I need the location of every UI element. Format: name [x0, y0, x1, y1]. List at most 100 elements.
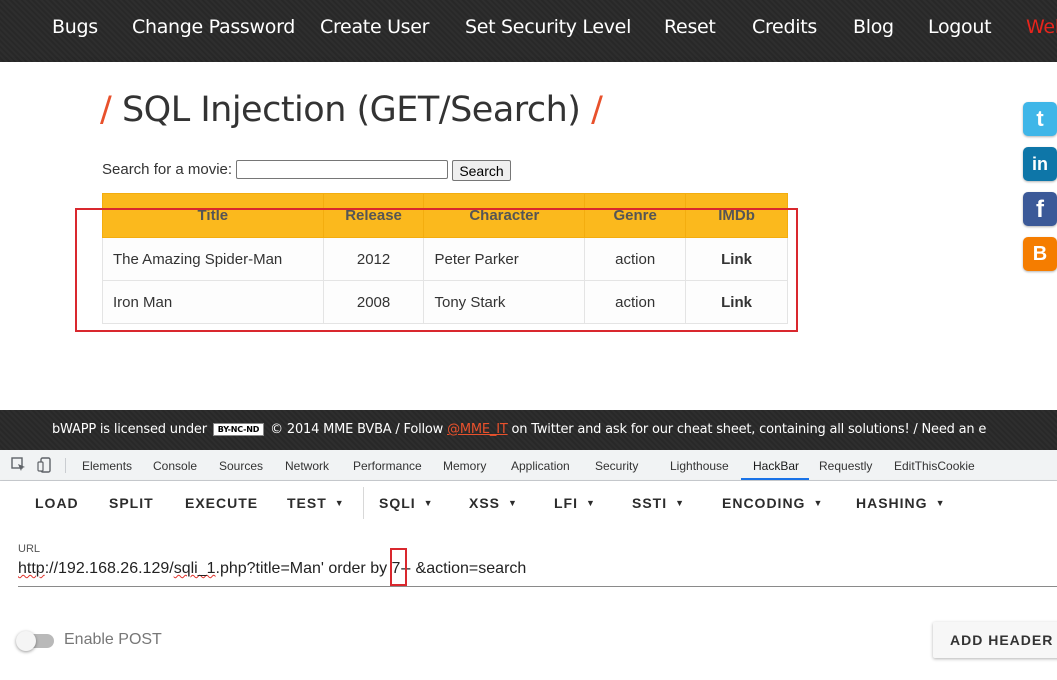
page-title-text: SQL Injection (GET/Search) [121, 90, 581, 130]
sqli-label: SQLI [379, 495, 416, 511]
tab-editthiscookie[interactable]: EditThisCookie [894, 459, 975, 473]
nav-create-user[interactable]: Create User [320, 16, 429, 38]
caret-down-icon: ▼ [334, 498, 345, 508]
caret-down-icon: ▼ [508, 498, 518, 508]
nav-credits[interactable]: Credits [752, 16, 817, 38]
url-query-b: -- &action=search [400, 560, 527, 577]
ssti-dropdown[interactable]: SSTI ▼ [632, 495, 685, 511]
search-button[interactable]: Search [452, 160, 511, 181]
imdb-link[interactable]: Link [685, 280, 788, 324]
tab-elements[interactable]: Elements [82, 459, 132, 473]
cell-character: Tony Stark [423, 280, 586, 324]
search-label: Search for a movie: [102, 161, 233, 178]
cell-title: Iron Man [102, 280, 324, 324]
url-scheme: http [18, 560, 45, 577]
url-file: sqli_1 [173, 560, 216, 577]
sqli-dropdown[interactable]: SQLI ▼ [379, 495, 434, 511]
twitter-icon[interactable]: t [1023, 102, 1057, 136]
page-title: / SQL Injection (GET/Search) / [100, 90, 603, 130]
column-header-title: Title [102, 193, 324, 238]
url-input[interactable]: http://192.168.26.129/sqli_1.php?title=M… [18, 560, 526, 578]
add-header-button[interactable]: ADD HEADER [933, 622, 1057, 658]
load-button[interactable]: LOAD [35, 495, 79, 511]
url-input-underline [18, 586, 1057, 587]
blogger-icon[interactable]: B [1023, 237, 1057, 271]
nav-blog[interactable]: Blog [853, 16, 894, 38]
tab-memory[interactable]: Memory [443, 459, 486, 473]
hackbar-toolbar: LOAD SPLIT EXECUTE TEST ▼ SQLI ▼ XSS ▼ LFI ▼… [0, 481, 1057, 527]
nav-bugs[interactable]: Bugs [52, 16, 98, 38]
url-label: URL [18, 543, 41, 555]
tab-lighthouse[interactable]: Lighthouse [670, 459, 729, 473]
top-navigation: Bugs Change Password Create User Set Sec… [0, 0, 1057, 62]
tab-performance[interactable]: Performance [353, 459, 422, 473]
footer-cheatsheet-text: on Twitter and ask for our cheat sheet, … [511, 422, 987, 437]
cell-genre: action [584, 280, 687, 324]
title-slash-right: / [591, 90, 603, 130]
column-header-character: Character [423, 193, 586, 238]
footer-license-text: bWAPP is licensed under [52, 422, 207, 437]
column-header-imdb: IMDb [685, 193, 788, 238]
nav-reset[interactable]: Reset [664, 16, 716, 38]
ssti-label: SSTI [632, 495, 668, 511]
enable-post-label: Enable POST [64, 631, 162, 648]
active-tab-indicator [741, 478, 809, 480]
device-toolbar-icon[interactable] [37, 457, 53, 476]
tab-security[interactable]: Security [595, 459, 638, 473]
column-header-genre: Genre [584, 193, 687, 238]
execute-button[interactable]: EXECUTE [185, 495, 258, 511]
column-header-release: Release [322, 193, 425, 238]
twitter-handle-link[interactable]: @MME_IT [447, 422, 508, 437]
toggle-knob[interactable] [16, 631, 36, 651]
table-row: The Amazing Spider-Man 2012 Peter Parker… [102, 237, 788, 281]
caret-down-icon: ▼ [423, 498, 434, 508]
nav-welcome: Wel [1026, 16, 1057, 38]
cell-release: 2008 [322, 280, 425, 324]
cell-genre: action [584, 237, 687, 281]
hackbar-panel [0, 527, 1057, 680]
devtools-separator [65, 458, 66, 473]
hashing-dropdown[interactable]: HASHING ▼ [856, 495, 945, 511]
xss-label: XSS [469, 495, 501, 511]
tab-application[interactable]: Application [511, 459, 570, 473]
tab-network[interactable]: Network [285, 459, 329, 473]
test-label: TEST [287, 495, 327, 511]
lfi-label: LFI [554, 495, 578, 511]
test-dropdown[interactable]: TEST ▼ [287, 495, 345, 511]
results-table: Title Release Character Genre IMDb The A… [102, 193, 788, 324]
cc-license-badge[interactable]: BY-NC-ND [212, 423, 265, 436]
url-host-path: ://192.168.26.129/ [44, 560, 174, 577]
table-header-row: Title Release Character Genre IMDb [102, 193, 788, 238]
tab-sources[interactable]: Sources [219, 459, 263, 473]
facebook-icon[interactable]: f [1023, 192, 1057, 226]
footer-text: bWAPP is licensed under BY-NC-ND © 2014 … [52, 422, 986, 437]
encoding-dropdown[interactable]: ENCODING ▼ [722, 495, 823, 511]
title-slash-left: / [100, 90, 112, 130]
url-query-a: .php?title=Man' order by [215, 560, 392, 577]
footer-bar: bWAPP is licensed under BY-NC-ND © 2014 … [0, 410, 1057, 450]
split-button[interactable]: SPLIT [109, 495, 154, 511]
hashing-label: HASHING [856, 495, 928, 511]
caret-down-icon: ▼ [935, 498, 946, 508]
linkedin-icon[interactable]: in [1023, 147, 1057, 181]
imdb-link[interactable]: Link [685, 237, 788, 281]
tab-hackbar[interactable]: HackBar [753, 459, 799, 473]
caret-down-icon: ▼ [586, 498, 596, 508]
tab-console[interactable]: Console [153, 459, 197, 473]
encoding-label: ENCODING [722, 495, 806, 511]
search-input[interactable] [236, 160, 448, 179]
nav-logout[interactable]: Logout [928, 16, 992, 38]
table-row: Iron Man 2008 Tony Stark action Link [102, 280, 788, 324]
devtools-tab-bar: Elements Console Sources Network Perform… [0, 450, 1057, 481]
caret-down-icon: ▼ [675, 498, 686, 508]
lfi-dropdown[interactable]: LFI ▼ [554, 495, 596, 511]
toolbar-divider [363, 487, 364, 519]
inspect-element-icon[interactable] [11, 457, 27, 476]
nav-change-password[interactable]: Change Password [132, 16, 295, 38]
cell-character: Peter Parker [423, 237, 586, 281]
xss-dropdown[interactable]: XSS ▼ [469, 495, 518, 511]
cell-release: 2012 [322, 237, 425, 281]
tab-requestly[interactable]: Requestly [819, 459, 872, 473]
footer-copyright: © 2014 MME BVBA / Follow [270, 422, 444, 437]
nav-set-security-level[interactable]: Set Security Level [465, 16, 631, 38]
